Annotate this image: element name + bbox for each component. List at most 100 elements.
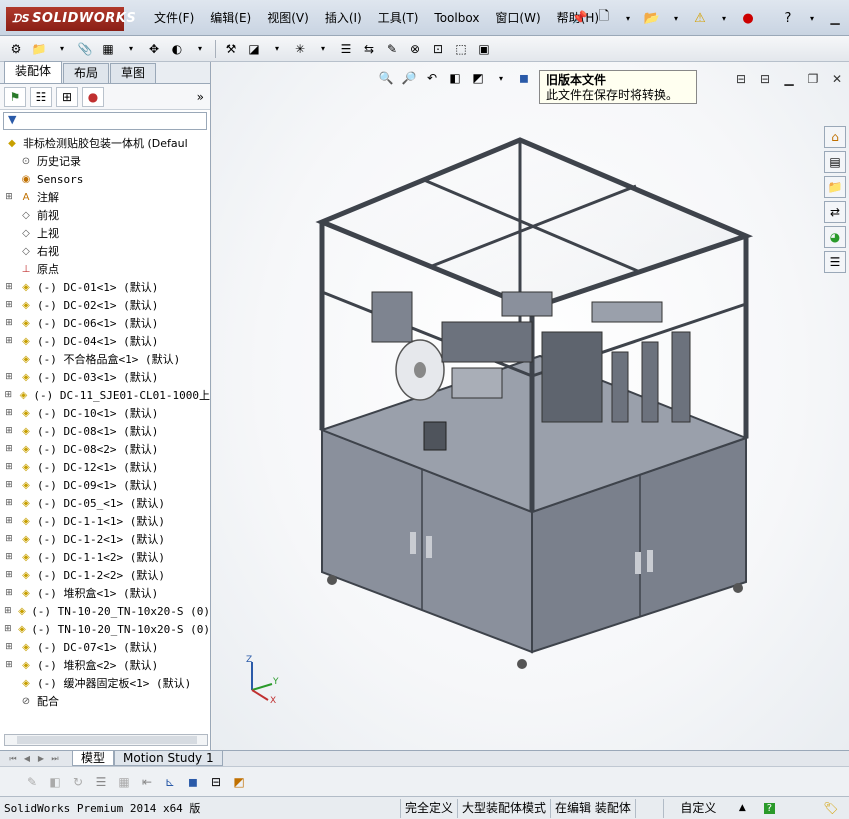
collapse-right-icon[interactable]: ⊟ <box>756 70 774 88</box>
dimension-icon[interactable]: ⇤ <box>137 772 157 792</box>
tree-item[interactable]: ⊞ ◈ (-) DC-12<1> (默认) <box>0 458 210 476</box>
dropdown-arrow-icon[interactable]: ▾ <box>121 39 141 59</box>
expand-plus-icon[interactable]: ⊞ <box>4 300 14 310</box>
property-manager-icon[interactable]: ☷ <box>30 86 52 107</box>
status-large-assembly-mode[interactable]: 大型装配体模式 <box>457 798 550 818</box>
tree-item[interactable]: ⊞ ◈ (-) DC-06<1> (默认) <box>0 314 210 332</box>
tree-item[interactable]: ⊞ ◈ (-) DC-11_SJE01-CL01-1000上 <box>0 386 210 404</box>
help-icon[interactable]: ? <box>778 8 798 28</box>
assembly-features-icon[interactable]: ⚒ <box>221 39 241 59</box>
tree-item[interactable]: ⊞ ◈ (-) 堆积盒<2> (默认) <box>0 656 210 674</box>
expand-plus-icon[interactable]: ⊞ <box>4 534 14 544</box>
tree-item[interactable]: ⊘ 配合 <box>0 692 210 710</box>
tab-motion-study[interactable]: Motion Study 1 <box>114 751 223 766</box>
hide-show-icon[interactable]: ◐ <box>167 39 187 59</box>
explode-line-sketch-icon[interactable]: ✎ <box>382 39 402 59</box>
previous-view-icon[interactable]: ↶ <box>422 68 442 88</box>
menu-item[interactable]: 编辑(E) <box>202 8 259 28</box>
help-icon[interactable]: ? <box>763 802 776 814</box>
new-document-icon[interactable]: 🗋 <box>594 8 614 28</box>
tree-item[interactable]: ⊞ ◈ (-) DC-02<1> (默认) <box>0 296 210 314</box>
chart-axis-icon[interactable]: ⊾ <box>160 772 180 792</box>
expand-plus-icon[interactable]: ⊞ <box>4 426 14 436</box>
tree-item[interactable]: ◇ 上视 <box>0 224 210 242</box>
menu-item[interactable]: 窗口(W) <box>487 8 548 28</box>
expand-plus-icon[interactable]: ⊞ <box>4 336 14 346</box>
revolve-icon[interactable]: ↻ <box>68 772 88 792</box>
tree-item[interactable]: ⊞ ◈ (-) DC-01<1> (默认) <box>0 278 210 296</box>
expand-plus-icon[interactable]: ⊞ <box>4 606 12 616</box>
expand-plus-icon[interactable]: ⊞ <box>4 552 14 562</box>
snapshot-icon[interactable]: ▣ <box>474 39 494 59</box>
interference-detection-icon[interactable]: ⊗ <box>405 39 425 59</box>
minimize-button[interactable]: ▁ <box>826 9 844 27</box>
expand-plus-icon[interactable]: ⊞ <box>4 516 14 526</box>
edit-component-icon[interactable]: ⚙ <box>6 39 26 59</box>
expand-plus-icon[interactable]: ⊞ <box>4 588 14 598</box>
tree-item[interactable]: ◉ Sensors <box>0 170 210 188</box>
expand-plus-icon[interactable]: ⊞ <box>4 390 13 400</box>
layout-icon[interactable]: ⊟ <box>206 772 226 792</box>
tree-item[interactable]: ⊞ ◈ (-) TN-10-20_TN-10x20-S (0) <box>0 602 210 620</box>
expand-plus-icon[interactable]: ⊞ <box>4 408 14 418</box>
dropdown-arrow-icon[interactable]: ▾ <box>313 39 333 59</box>
last-tab-icon[interactable]: ⏭ <box>48 753 62 765</box>
menu-item[interactable]: 文件(F) <box>146 8 202 28</box>
home-icon[interactable]: ⌂ <box>824 126 846 148</box>
expand-plus-icon[interactable]: ⊞ <box>4 642 14 652</box>
expand-plus-icon[interactable]: ⊞ <box>4 444 14 454</box>
file-explorer-icon[interactable]: 📁 <box>824 176 846 198</box>
dropdown-arrow-icon[interactable]: ▾ <box>491 68 511 88</box>
prev-tab-icon[interactable]: ◀ <box>20 753 34 765</box>
tree-item[interactable]: ⊥ 原点 <box>0 260 210 278</box>
zoom-to-area-icon[interactable]: 🔎 <box>399 68 419 88</box>
expand-chevron-icon[interactable]: » <box>197 90 204 104</box>
clearance-verification-icon[interactable]: ⊡ <box>428 39 448 59</box>
tree-item[interactable]: ⊞ ◈ (-) DC-04<1> (默认) <box>0 332 210 350</box>
tree-item[interactable]: ⊞ ◈ (-) DC-1-2<2> (默认) <box>0 566 210 584</box>
graphics-area[interactable]: 🔍 🔎 ↶ ◧ ◩ ▾ ◼ ▾ 旧版本文件 此文件在保存时将转换。 ⊟ ⊟ ▁ … <box>212 62 849 750</box>
reference-geometry-icon[interactable]: ◪ <box>244 39 264 59</box>
restore-document-button[interactable]: ❐ <box>804 70 822 88</box>
bill-of-materials-icon[interactable]: ☰ <box>336 39 356 59</box>
tree-item[interactable]: ⊞ ◈ (-) TN-10-20_TN-10x20-S (0) <box>0 620 210 638</box>
component-pattern-icon[interactable]: ▦ <box>98 39 118 59</box>
extrude-icon[interactable]: ◧ <box>45 772 65 792</box>
display-style-icon[interactable]: ◼ <box>514 68 534 88</box>
tree-item[interactable]: ◈ (-) 缓冲器固定板<1> (默认) <box>0 674 210 692</box>
appearances-icon[interactable]: ◕ <box>824 226 846 248</box>
dropdown-arrow-icon[interactable]: ▾ <box>666 8 686 28</box>
tree-item[interactable]: ⊞ ◈ (-) DC-07<1> (默认) <box>0 638 210 656</box>
view-orientation-icon[interactable]: ◩ <box>468 68 488 88</box>
traffic-light-icon[interactable]: ● <box>738 8 758 28</box>
new-motion-study-icon[interactable]: ✳ <box>290 39 310 59</box>
design-library-icon[interactable]: ▤ <box>824 151 846 173</box>
expand-plus-icon[interactable]: ⊞ <box>4 480 14 490</box>
configuration-manager-icon[interactable]: ⊞ <box>56 86 78 107</box>
tree-item[interactable]: ⊞ ◈ (-) DC-08<1> (默认) <box>0 422 210 440</box>
next-tab-icon[interactable]: ▶ <box>34 753 48 765</box>
list-icon[interactable]: ☰ <box>91 772 111 792</box>
section-view-icon[interactable]: ◧ <box>445 68 465 88</box>
first-tab-icon[interactable]: ⏮ <box>6 753 20 765</box>
tab-assembly[interactable]: 装配体 <box>4 61 63 83</box>
dropdown-arrow-icon[interactable]: ▾ <box>190 39 210 59</box>
tree-item[interactable]: ⊞ ◈ (-) DC-10<1> (默认) <box>0 404 210 422</box>
filter-input[interactable]: ▼ <box>3 112 207 130</box>
render-icon[interactable]: ◩ <box>229 772 249 792</box>
expand-plus-icon[interactable]: ⊞ <box>4 318 14 328</box>
menu-item[interactable]: 视图(V) <box>259 8 317 28</box>
tab-layout[interactable]: 布局 <box>63 63 110 83</box>
move-component-icon[interactable]: ✥ <box>144 39 164 59</box>
tree-item[interactable]: ⊞ ◈ (-) DC-05_<1> (默认) <box>0 494 210 512</box>
dropdown-arrow-icon[interactable]: ▾ <box>714 8 734 28</box>
expand-plus-icon[interactable]: ⊞ <box>4 660 14 670</box>
tab-model[interactable]: 模型 <box>72 751 115 766</box>
sketch-icon[interactable]: ✎ <box>22 772 42 792</box>
tree-item[interactable]: ⊞ ◈ (-) DC-09<1> (默认) <box>0 476 210 494</box>
machine-3d-model[interactable] <box>302 132 762 692</box>
expand-plus-icon[interactable]: ⊞ <box>4 498 14 508</box>
minimize-document-button[interactable]: ▁ <box>780 70 798 88</box>
close-document-button[interactable]: ✕ <box>828 70 846 88</box>
dropdown-arrow-icon[interactable]: ▾ <box>618 8 638 28</box>
